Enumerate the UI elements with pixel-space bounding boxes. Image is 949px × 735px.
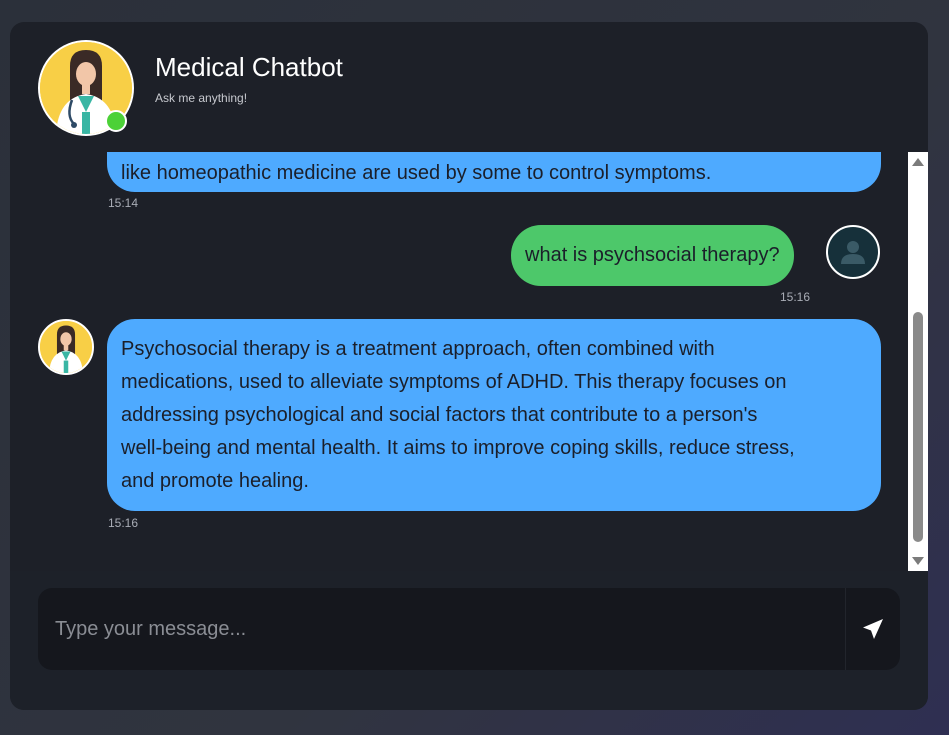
chat-window: Medical Chatbot Ask me anything! like ho…: [10, 22, 928, 710]
message-list[interactable]: like homeopathic medicine are used by so…: [10, 152, 908, 570]
paper-plane-icon: [863, 619, 883, 639]
message-composer: [10, 571, 928, 710]
bot-message-bubble: Psychosocial therapy is a treatment appr…: [107, 319, 881, 511]
chat-header: Medical Chatbot Ask me anything!: [10, 22, 928, 152]
user-message-text: what is psychsocial therapy?: [525, 244, 780, 266]
online-status-indicator: [105, 110, 127, 132]
scroll-up-arrow-icon[interactable]: [912, 158, 924, 166]
composer-box: [38, 588, 900, 670]
user-avatar: [826, 225, 880, 279]
bot-message-line: well-being and mental health. It aims to…: [121, 437, 795, 459]
message-timestamp: 15:16: [780, 290, 811, 304]
bot-message-line: addressing psychological and social fact…: [121, 404, 758, 426]
page-subtitle: Ask me anything!: [155, 91, 248, 105]
message-timestamp: 15:14: [108, 196, 139, 210]
bot-message-bubble: like homeopathic medicine are used by so…: [107, 152, 881, 192]
doctor-avatar-illustration: [40, 321, 92, 373]
bot-message-line: medications, used to alleviate symptoms …: [121, 371, 787, 393]
bot-message-text: like homeopathic medicine are used by so…: [121, 162, 712, 184]
scrollbar-thumb[interactable]: [913, 312, 923, 542]
doctor-avatar-small: [38, 319, 94, 375]
message-timestamp: 15:16: [108, 516, 139, 530]
user-icon: [841, 241, 865, 264]
send-button[interactable]: [846, 588, 900, 670]
bot-message-line: and promote healing.: [121, 470, 309, 492]
chat-scrollbar[interactable]: [908, 152, 928, 571]
message-input[interactable]: [38, 588, 844, 670]
bot-message-line: Psychosocial therapy is a treatment appr…: [121, 338, 715, 360]
scroll-down-arrow-icon[interactable]: [912, 557, 924, 565]
page-title: Medical Chatbot: [155, 52, 343, 82]
user-message-bubble: what is psychsocial therapy?: [511, 225, 794, 286]
